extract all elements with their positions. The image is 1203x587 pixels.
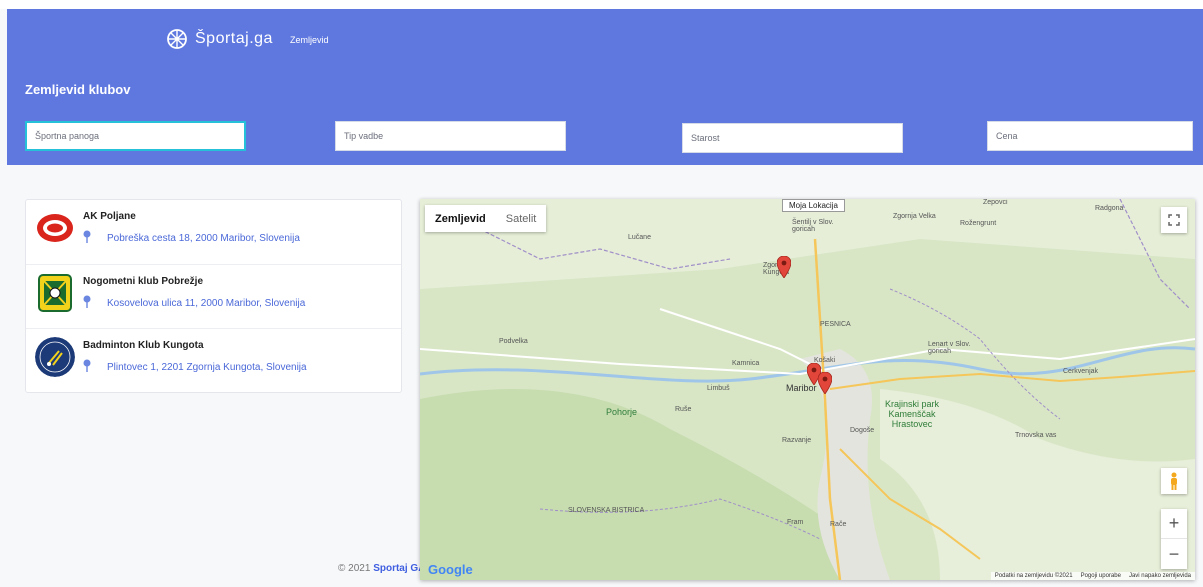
map-label-zepovci: Zepovci — [983, 199, 1008, 206]
map-label-kamnica: Kamnica — [732, 360, 760, 367]
map-label-podvelka: Podvelka — [499, 338, 528, 345]
club-logo-badminton-kungota — [35, 337, 75, 378]
map-label-lucane: Lučane — [628, 234, 651, 241]
map-label-limbus: Limbuš — [707, 385, 730, 392]
club-list: AK Poljane Pobreška cesta 18, 2000 Marib… — [25, 199, 402, 393]
club-address[interactable]: Pobreška cesta 18, 2000 Maribor, Sloveni… — [107, 233, 300, 244]
club-item[interactable]: Badminton Klub Kungota Plintovec 1, 2201… — [26, 329, 401, 394]
footer-copyright: © 2021 — [338, 563, 371, 574]
brand-name: Športaj.ga — [195, 30, 273, 47]
map-label-race: Rače — [830, 521, 847, 528]
club-address[interactable]: Kosovelova ulica 11, 2000 Maribor, Slove… — [107, 298, 305, 309]
map-label-radgona: Radgona — [1095, 205, 1124, 212]
club-name: Nogometni klub Pobrežje — [83, 275, 204, 287]
brand[interactable]: Športaj.ga — [167, 29, 273, 49]
zoom-in-button[interactable]: + — [1161, 509, 1187, 539]
map-data-credit: Podatki na zemljevidu ©2021 — [994, 573, 1073, 579]
map-label-lenart: Lenart v Slov. goricah — [928, 341, 971, 355]
club-logo-nk-pobrezje — [35, 273, 75, 313]
map-type-map-button[interactable]: Zemljevid — [425, 205, 496, 232]
map-label-pohorje: Pohorje — [606, 407, 638, 417]
map-label-rozengrunt: Rožengrunt — [960, 220, 997, 227]
map-type-control: Zemljevid Satelit — [425, 205, 547, 232]
price-filter[interactable]: Cena — [987, 121, 1193, 151]
club-item[interactable]: Nogometni klub Pobrežje Kosovelova ulica… — [26, 265, 401, 330]
footer: © 2021 Sportaj GA — [338, 563, 425, 574]
club-name: Badminton Klub Kungota — [83, 340, 204, 352]
nav-link-map[interactable]: Zemljevid — [290, 35, 329, 45]
map-label-zgornja-velka: Zgornja Velka — [893, 213, 936, 220]
ball-icon — [167, 29, 187, 49]
street-view-button[interactable] — [1161, 468, 1187, 494]
location-pin-icon — [83, 295, 91, 308]
map-label-slov-bistrica: SLOVENSKA BISTRICA — [568, 507, 645, 514]
map-label-trnovska: Trnovska vas — [1015, 432, 1057, 439]
pegman-icon — [1171, 472, 1177, 490]
report-error-link[interactable]: Javi napako zemljevida — [1129, 573, 1191, 579]
header: Športaj.ga Zemljevid Zemljevid klubov Šp… — [7, 9, 1203, 165]
map-label-dogose: Dogoše — [850, 427, 875, 434]
fullscreen-icon — [1168, 214, 1180, 226]
map-marker[interactable] — [777, 256, 791, 278]
zoom-out-button[interactable]: − — [1161, 539, 1187, 569]
map-type-satellite-button[interactable]: Satelit — [496, 205, 547, 232]
fullscreen-button[interactable] — [1161, 207, 1187, 233]
location-pin-icon — [83, 359, 91, 373]
sport-filter[interactable]: Športna panoga — [25, 121, 246, 151]
training-type-filter[interactable]: Tip vadbe — [335, 121, 566, 151]
my-location-button[interactable]: Moja Lokacija — [782, 199, 845, 212]
club-name: AK Poljane — [83, 211, 136, 222]
map-label-ruse: Ruše — [675, 406, 692, 413]
map-marker[interactable] — [818, 372, 832, 394]
map[interactable]: Maribor Pohorje Zgornja Kungota Krajinsk… — [420, 199, 1195, 580]
map-label-razvanje: Razvanje — [782, 437, 812, 444]
club-logo-ak-poljane — [35, 208, 75, 248]
google-wordmark: Google — [428, 562, 473, 577]
club-address[interactable]: Plintovec 1, 2201 Zgornja Kungota, Slove… — [107, 362, 307, 373]
map-label-fram: Fram — [787, 519, 804, 526]
page-title: Zemljevid klubov — [25, 82, 131, 97]
map-label-krajinski: Krajinski park Kamenščak Hrastovec — [884, 399, 940, 429]
age-filter[interactable]: Starost — [682, 123, 903, 153]
terms-link[interactable]: Pogoji uporabe — [1081, 573, 1121, 579]
zoom-control: + − — [1161, 509, 1187, 569]
location-pin-icon — [83, 230, 91, 243]
map-attribution: Podatki na zemljevidu ©2021 Pogoji upora… — [990, 572, 1195, 580]
map-label-sentilj: Šentilj v Slov. goricah — [792, 219, 834, 233]
club-item[interactable]: AK Poljane Pobreška cesta 18, 2000 Marib… — [26, 200, 401, 265]
footer-brand-link[interactable]: Sportaj GA — [373, 563, 425, 574]
map-label-pesnica: PESNICA — [820, 321, 851, 328]
top-strip — [0, 0, 1203, 9]
map-label-cerkvenjak: Cerkvenjak — [1063, 368, 1099, 375]
google-logo: Google — [428, 562, 473, 577]
